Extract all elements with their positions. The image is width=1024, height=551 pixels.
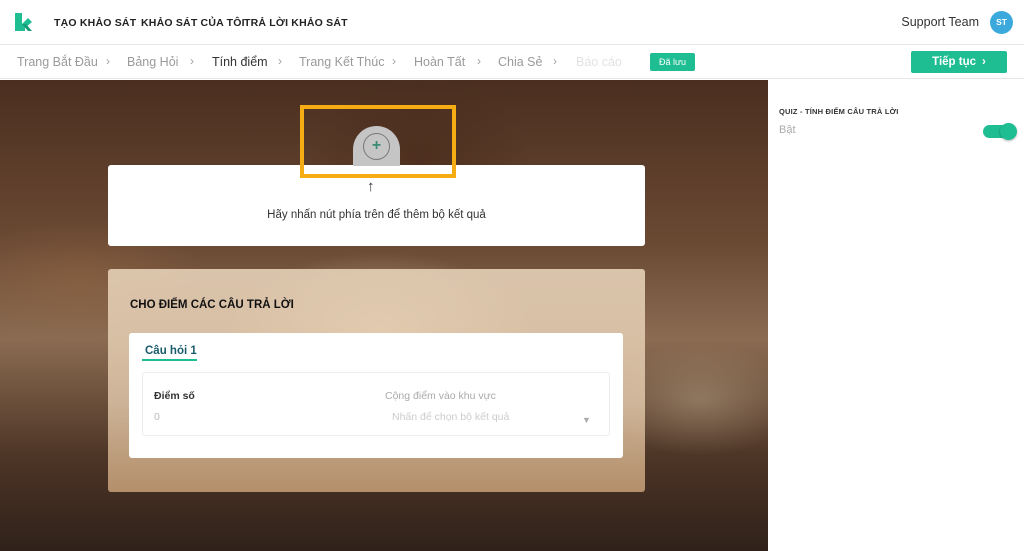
question-scoring-row <box>142 372 610 436</box>
toggle-knob[interactable] <box>1000 123 1017 140</box>
scoring-title: CHO ĐIỂM CÁC CÂU TRẢ LỜI <box>130 299 294 311</box>
quiz-scoring-title: QUIZ - TÍNH ĐIỂM CÂU TRẢ LỜI <box>779 107 899 116</box>
chevron-right-icon: › <box>190 54 194 68</box>
arrow-up-icon: ↑ <box>367 178 375 195</box>
result-area-label: Cộng điểm vào khu vực <box>385 390 496 402</box>
chevron-right-icon: › <box>106 54 110 68</box>
quiz-scoring-status: Bật <box>779 124 796 136</box>
quiz-scoring-toggle[interactable] <box>983 123 1017 140</box>
chevron-right-icon: › <box>477 54 481 68</box>
highlight-box <box>300 105 456 178</box>
step-end-page[interactable]: Trang Kết Thúc <box>299 55 384 69</box>
step-report: Báo cáo <box>576 55 622 69</box>
score-input[interactable]: 0 <box>154 411 160 423</box>
avatar[interactable]: ST <box>990 11 1013 34</box>
step-scoring[interactable]: Tính điểm <box>212 55 268 69</box>
app-logo-icon[interactable] <box>12 11 34 33</box>
continue-button-label: Tiếp tục <box>932 56 977 68</box>
step-start-page[interactable]: Trang Bắt Đầu <box>17 55 98 69</box>
add-result-hint: Hãy nhấn nút phía trên để thêm bộ kết qu… <box>267 209 486 221</box>
tab-question-1[interactable]: Câu hỏi 1 <box>145 345 197 357</box>
tab-active-indicator <box>142 359 197 361</box>
top-navbar: TẠO KHẢO SÁT KHẢO SÁT CỦA TÔI TRẢ LỜI KH… <box>0 0 1024 45</box>
chevron-right-icon: › <box>982 56 986 68</box>
saved-badge: Đã lưu <box>650 53 696 71</box>
nav-answer-survey[interactable]: TRẢ LỜI KHẢO SÁT <box>244 17 348 29</box>
chevron-right-icon: › <box>278 54 282 68</box>
continue-button[interactable]: Tiếp tục › <box>911 51 1007 73</box>
settings-sidebar: QUIZ - TÍNH ĐIỂM CÂU TRẢ LỜI Bật <box>768 80 1024 551</box>
score-label: Điểm số <box>154 390 195 402</box>
result-area-select[interactable]: Nhấn để chọn bộ kết quả <box>392 411 509 423</box>
step-breadcrumb: Trang Bắt Đầu › Bảng Hỏi › Tính điểm › T… <box>0 45 1024 79</box>
caret-down-icon[interactable]: ▼ <box>582 415 591 425</box>
nav-my-surveys[interactable]: KHẢO SÁT CỦA TÔI <box>141 17 245 29</box>
step-share[interactable]: Chia Sẻ <box>498 55 542 69</box>
chevron-right-icon: › <box>553 54 557 68</box>
step-complete[interactable]: Hoàn Tất <box>414 55 465 69</box>
nav-create-survey[interactable]: TẠO KHẢO SÁT <box>54 17 136 29</box>
step-questionnaire[interactable]: Bảng Hỏi <box>127 55 178 69</box>
chevron-right-icon: › <box>392 54 396 68</box>
user-name[interactable]: Support Team <box>901 15 979 29</box>
